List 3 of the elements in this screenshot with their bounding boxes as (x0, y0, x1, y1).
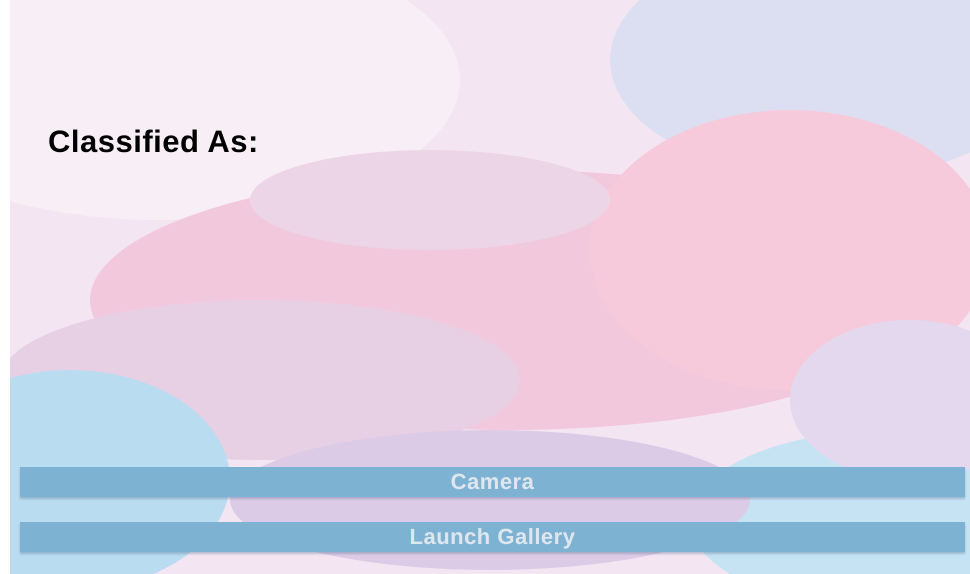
result-label: Classified As: (48, 124, 260, 160)
camera-button[interactable]: Camera (20, 467, 965, 497)
gallery-button[interactable]: Launch Gallery (20, 522, 965, 552)
